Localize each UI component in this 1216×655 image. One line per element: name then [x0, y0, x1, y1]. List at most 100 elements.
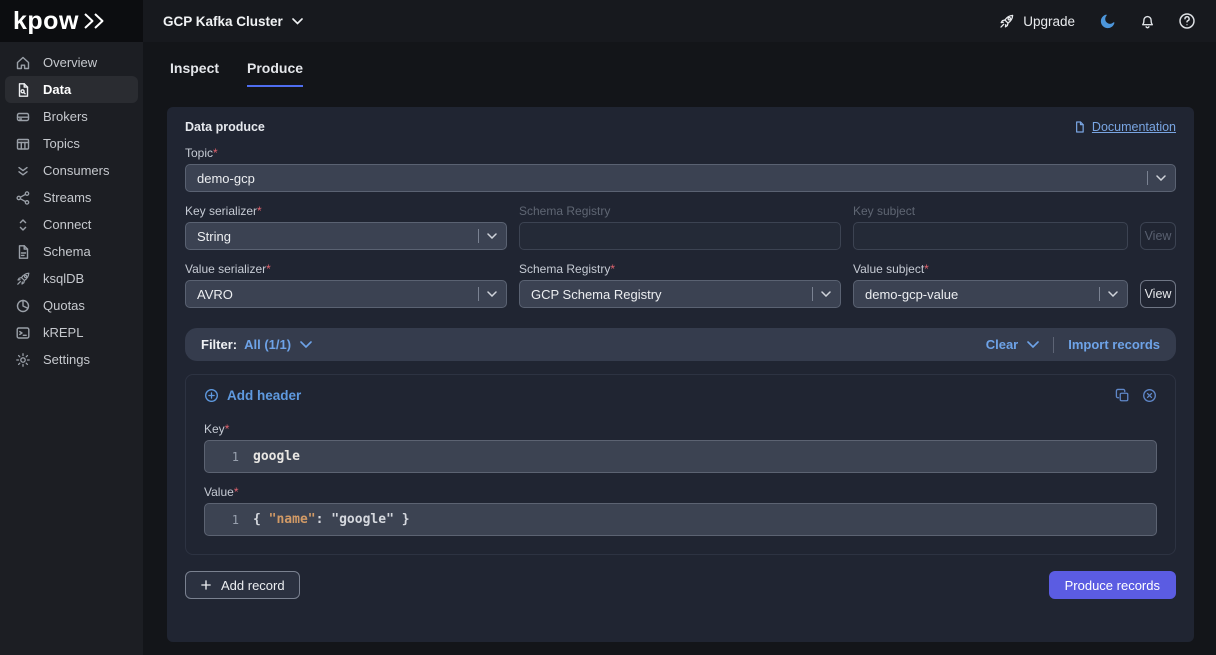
topic-value: demo-gcp [197, 171, 1147, 186]
data-file-icon [15, 82, 31, 98]
value-serializer-value: AVRO [197, 287, 478, 302]
sidebar-item-label: Consumers [43, 163, 109, 178]
key-view-button: View [1140, 222, 1176, 250]
help-icon[interactable] [1178, 12, 1196, 30]
record-value-label: Value* [204, 485, 1157, 499]
topic-label: Topic* [185, 146, 1176, 160]
value-subject-label: Value subject* [853, 262, 1128, 276]
filter-bar: Filter: All (1/1) Clear Import records [185, 328, 1176, 361]
record-value-content: { "name": "google" } [253, 512, 410, 527]
topics-table-icon [15, 136, 31, 152]
key-subject-input [853, 222, 1128, 250]
cluster-selector[interactable]: GCP Kafka Cluster [163, 14, 303, 29]
sidebar-item-topics[interactable]: Topics [5, 130, 138, 157]
chevron-down-icon [1027, 341, 1039, 348]
top-bar: kpow GCP Kafka Cluster Upgrade [0, 0, 1216, 42]
value-serializer-label: Value serializer* [185, 262, 507, 276]
sidebar-item-streams[interactable]: Streams [5, 184, 138, 211]
sidebar-item-label: Streams [43, 190, 91, 205]
clear-button[interactable]: Clear [986, 337, 1040, 352]
remove-record-icon[interactable] [1142, 388, 1157, 403]
sidebar-item-overview[interactable]: Overview [5, 49, 138, 76]
sidebar-item-data[interactable]: Data [5, 76, 138, 103]
terminal-icon [15, 325, 31, 341]
upgrade-label: Upgrade [1023, 14, 1075, 29]
data-produce-card: Data produce Documentation Topic* demo-g… [167, 107, 1194, 642]
tab-bar: Inspect Produce [143, 42, 1216, 87]
main-content: Inspect Produce Data produce Documentati… [143, 42, 1216, 655]
sidebar-item-quotas[interactable]: Quotas [5, 292, 138, 319]
chevron-down-icon [1156, 175, 1166, 181]
produce-records-button[interactable]: Produce records [1049, 571, 1176, 599]
copy-record-icon[interactable] [1115, 388, 1130, 403]
import-records-button[interactable]: Import records [1068, 337, 1160, 352]
sidebar-item-settings[interactable]: Settings [5, 346, 138, 373]
sidebar-item-label: Quotas [43, 298, 85, 313]
home-icon [15, 55, 31, 71]
cluster-name: GCP Kafka Cluster [163, 14, 283, 29]
streams-share-icon [15, 190, 31, 206]
rocket-icon [998, 13, 1015, 30]
chevron-down-icon [487, 233, 497, 239]
tab-inspect[interactable]: Inspect [170, 60, 219, 87]
gear-icon [15, 352, 31, 368]
sidebar-item-label: ksqlDB [43, 271, 84, 286]
line-number: 1 [205, 513, 239, 527]
add-record-button[interactable]: Add record [185, 571, 300, 599]
filter-dropdown[interactable]: All (1/1) [244, 337, 312, 352]
sidebar-item-ksqldb[interactable]: ksqlDB [5, 265, 138, 292]
value-subject-select[interactable]: demo-gcp-value [853, 280, 1128, 308]
value-schema-registry-label: Schema Registry* [519, 262, 841, 276]
sidebar-item-label: Brokers [43, 109, 88, 124]
theme-moon-icon[interactable] [1099, 12, 1117, 30]
sidebar-item-label: Overview [43, 55, 97, 70]
filter-label: Filter: [201, 337, 237, 352]
key-schema-registry-input [519, 222, 841, 250]
page-title: Data produce [185, 120, 265, 134]
chevron-down-icon [292, 18, 303, 25]
sidebar-item-consumers[interactable]: Consumers [5, 157, 138, 184]
value-schema-registry-select[interactable]: GCP Schema Registry [519, 280, 841, 308]
add-record-label: Add record [221, 578, 285, 593]
sidebar-item-label: Connect [43, 217, 91, 232]
sidebar-item-krepl[interactable]: kREPL [5, 319, 138, 346]
sidebar-item-label: Settings [43, 352, 90, 367]
notifications-bell-icon[interactable] [1139, 13, 1156, 30]
value-schema-registry-value: GCP Schema Registry [531, 287, 812, 302]
upgrade-button[interactable]: Upgrade [998, 13, 1075, 30]
tab-produce[interactable]: Produce [247, 60, 303, 87]
record-key-label: Key* [204, 422, 1157, 436]
record-key-editor[interactable]: 1 google [204, 440, 1157, 473]
divider [1053, 337, 1054, 353]
key-serializer-label: Key serializer* [185, 204, 507, 218]
chevron-down-icon [821, 291, 831, 297]
key-schema-registry-label: Schema Registry [519, 204, 841, 218]
filter-value: All (1/1) [244, 337, 291, 352]
chevron-down-icon [487, 291, 497, 297]
value-subject-value: demo-gcp-value [865, 287, 1099, 302]
sidebar: Overview Data Brokers Topics Consumers S… [0, 42, 143, 655]
logo-text: kpow [13, 7, 79, 36]
plus-circle-icon [204, 388, 219, 403]
add-header-button[interactable]: Add header [204, 388, 301, 403]
record-group: Add header Key* 1 google Value* 1 { "nam… [185, 374, 1176, 555]
consumers-chevrons-icon [15, 163, 31, 179]
documentation-label: Documentation [1092, 120, 1176, 134]
key-serializer-select[interactable]: String [185, 222, 507, 250]
logo: kpow [0, 0, 143, 42]
chevron-down-icon [1108, 291, 1118, 297]
key-subject-label: Key subject [853, 204, 1128, 218]
record-value-editor[interactable]: 1 { "name": "google" } [204, 503, 1157, 536]
chevron-down-icon [300, 341, 312, 348]
plus-icon [200, 579, 212, 591]
documentation-link[interactable]: Documentation [1073, 120, 1176, 134]
sidebar-item-label: Schema [43, 244, 91, 259]
value-view-button[interactable]: View [1140, 280, 1176, 308]
schema-file-icon [15, 244, 31, 260]
sidebar-item-brokers[interactable]: Brokers [5, 103, 138, 130]
value-serializer-select[interactable]: AVRO [185, 280, 507, 308]
sidebar-item-connect[interactable]: Connect [5, 211, 138, 238]
document-icon [1073, 120, 1086, 134]
sidebar-item-schema[interactable]: Schema [5, 238, 138, 265]
topic-select[interactable]: demo-gcp [185, 164, 1176, 192]
